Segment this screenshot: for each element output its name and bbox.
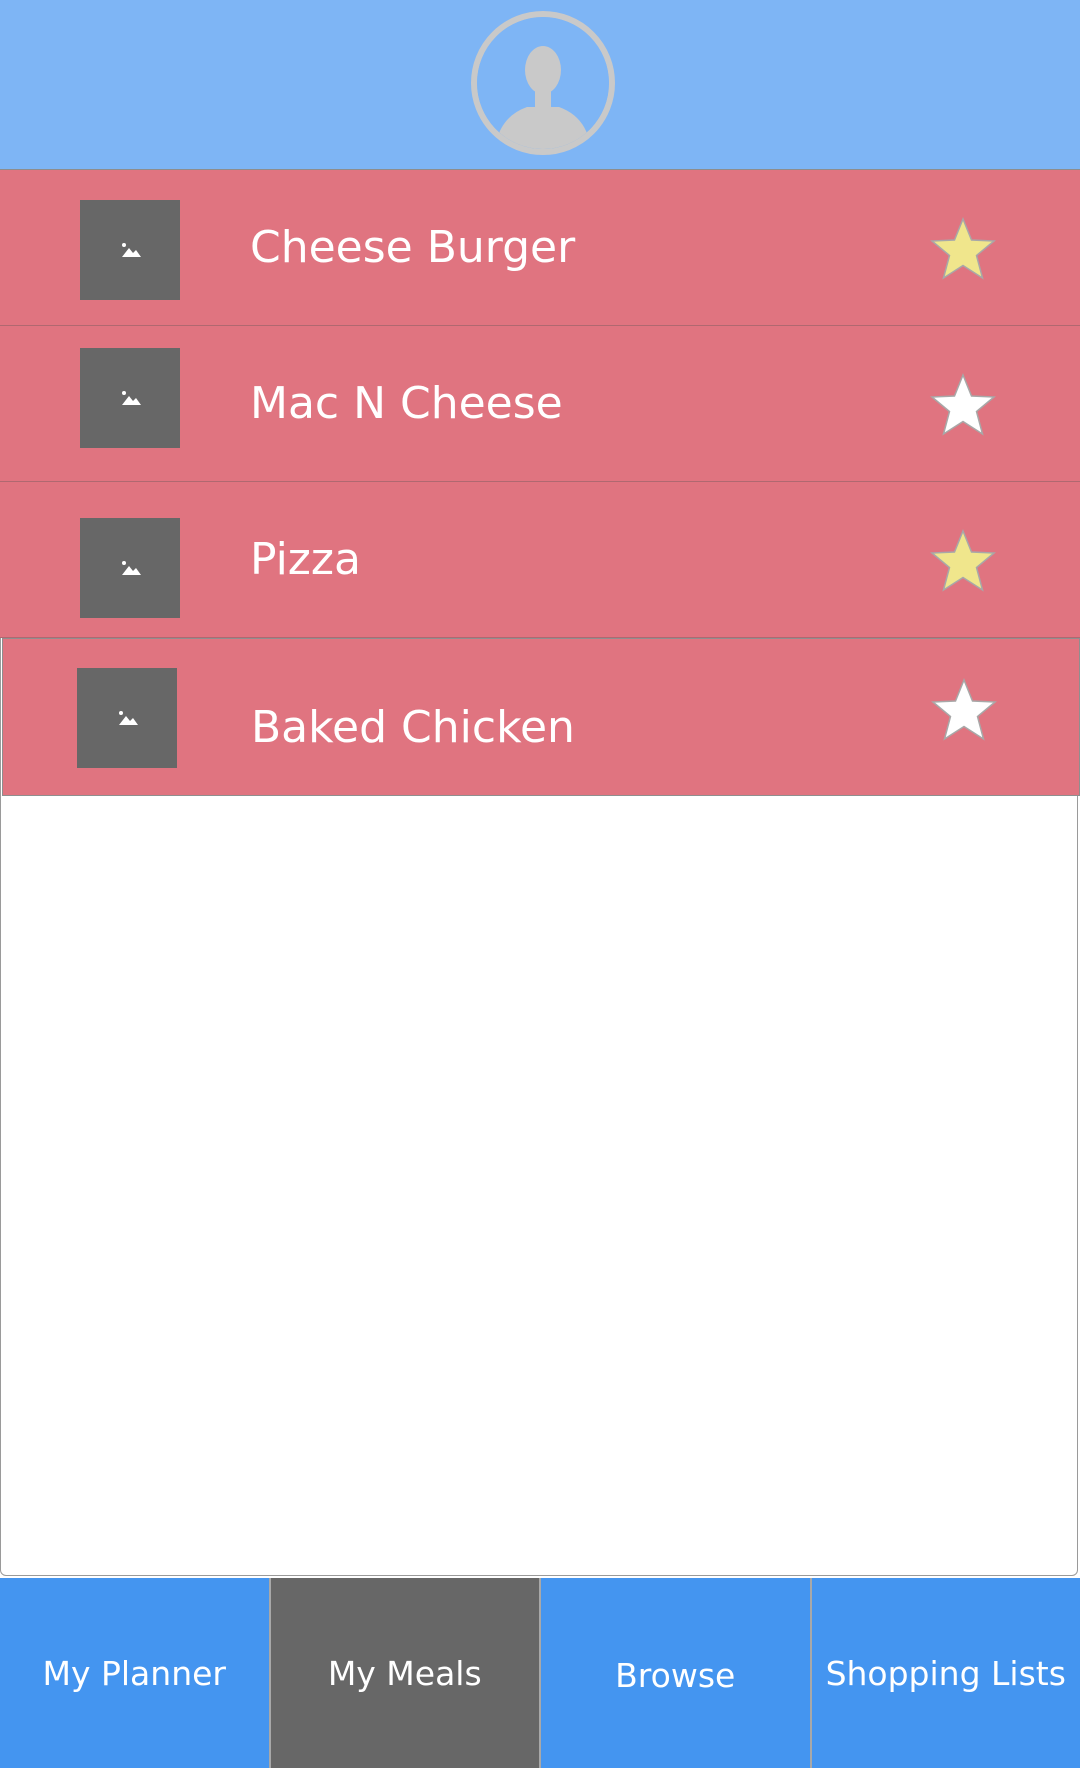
- image-placeholder-icon: [80, 200, 180, 300]
- meal-row[interactable]: Pizza: [0, 482, 1080, 638]
- meal-row[interactable]: Mac N Cheese: [0, 326, 1080, 482]
- meal-row[interactable]: Cheese Burger: [0, 170, 1080, 326]
- meal-list: Cheese Burger Mac N Cheese Pizza Baked C…: [0, 170, 1080, 796]
- star-icon[interactable]: [928, 528, 998, 598]
- star-icon[interactable]: [928, 216, 998, 286]
- tab-my-meals[interactable]: My Meals: [270, 1578, 541, 1768]
- bottom-tab-bar: My Planner My Meals Browse Shopping List…: [0, 1578, 1080, 1768]
- meal-name: Cheese Burger: [250, 222, 576, 273]
- app-header: [0, 0, 1080, 170]
- user-avatar-icon[interactable]: [471, 11, 615, 155]
- meal-row[interactable]: Baked Chicken: [2, 638, 1080, 796]
- star-icon[interactable]: [929, 677, 999, 747]
- meal-name: Mac N Cheese: [250, 378, 563, 429]
- meal-name: Pizza: [250, 534, 361, 585]
- image-placeholder-icon: [77, 668, 177, 768]
- image-placeholder-icon: [80, 518, 180, 618]
- meal-name: Baked Chicken: [251, 701, 575, 753]
- tab-browse[interactable]: Browse: [541, 1578, 812, 1768]
- star-icon[interactable]: [928, 372, 998, 442]
- tab-shopping-lists[interactable]: Shopping Lists: [811, 1578, 1080, 1768]
- tab-my-planner[interactable]: My Planner: [0, 1578, 271, 1768]
- image-placeholder-icon: [80, 348, 180, 448]
